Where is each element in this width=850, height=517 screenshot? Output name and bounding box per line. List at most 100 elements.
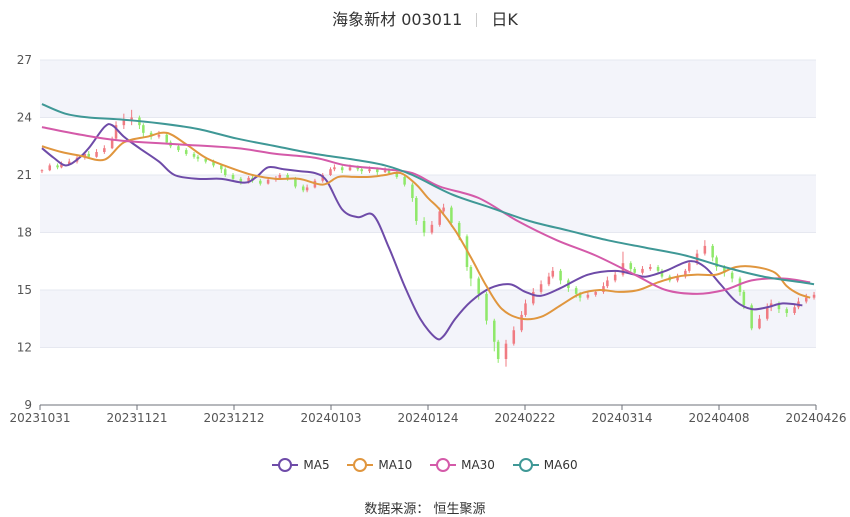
candle: [656, 265, 660, 273]
candle: [504, 339, 508, 367]
candle-body: [613, 274, 617, 281]
candle-body: [301, 186, 305, 191]
legend-item-ma5[interactable]: MA5: [272, 458, 330, 472]
x-tick-label: 20240314: [591, 411, 652, 425]
x-tick-label: 20240408: [688, 411, 749, 425]
background-band: [40, 290, 816, 348]
legend-item-ma10[interactable]: MA10: [347, 458, 412, 472]
candle: [641, 266, 644, 275]
candle-body: [812, 294, 816, 298]
legend-swatch-ma60: [512, 458, 539, 472]
candle-body: [574, 288, 578, 294]
candle: [48, 163, 52, 172]
candle-body: [223, 169, 227, 175]
candle: [485, 291, 488, 325]
candle: [660, 268, 664, 279]
candle-body: [403, 176, 406, 185]
candle-body: [742, 291, 746, 306]
candle: [138, 115, 141, 129]
legend-label-ma5: MA5: [303, 458, 330, 472]
candle-body: [469, 267, 473, 279]
candle-body: [192, 153, 196, 157]
legend-label-ma30: MA30: [461, 458, 495, 472]
candle-body: [633, 268, 636, 273]
candle-body: [656, 267, 660, 271]
candle-body: [278, 175, 282, 178]
candle: [676, 273, 679, 283]
legend-swatch-ma5: [272, 458, 299, 472]
candle: [559, 268, 562, 285]
candle-body: [804, 297, 808, 302]
candle-body: [485, 293, 488, 321]
candle-body: [430, 224, 434, 233]
candle-body: [551, 270, 555, 277]
candle-body: [157, 134, 161, 137]
candle-body: [477, 278, 480, 294]
candle-body: [559, 270, 562, 281]
candle: [415, 196, 418, 225]
candle-body: [493, 320, 496, 342]
candle-body: [411, 184, 414, 198]
candle-body: [442, 207, 445, 212]
candle: [730, 270, 734, 283]
candle-body: [48, 165, 52, 171]
x-tick-label: 20240124: [397, 411, 458, 425]
candle: [329, 167, 332, 176]
candle: [333, 164, 336, 172]
y-tick-label: 18: [17, 226, 32, 240]
candle: [340, 165, 344, 174]
candle-body: [512, 330, 516, 344]
candle-body: [496, 341, 500, 359]
legend-ring-ma10: [353, 458, 368, 472]
candle-body: [196, 156, 200, 159]
candle-body: [266, 179, 270, 184]
candle: [539, 280, 543, 294]
y-tick-label: 15: [17, 283, 32, 297]
candle-body: [450, 207, 453, 223]
candle-body: [687, 263, 691, 271]
candle-body: [368, 169, 371, 172]
candle: [192, 152, 196, 159]
candle: [613, 270, 617, 283]
y-tick-label: 12: [17, 341, 32, 355]
legend-ring-ma5: [278, 458, 293, 472]
background-band: [40, 60, 816, 118]
legend-item-ma30[interactable]: MA30: [430, 458, 495, 472]
candle-body: [629, 263, 633, 269]
candle: [196, 154, 200, 162]
candle-body: [103, 148, 106, 152]
candle-body: [422, 221, 426, 233]
kline-chart[interactable]: 9121518212427 20231031 20231121 20231212 20…: [0, 0, 850, 517]
candle-body: [730, 272, 734, 279]
candle: [157, 130, 161, 139]
y-tick-label: 21: [17, 168, 32, 182]
candle-body: [649, 267, 652, 269]
candle: [684, 268, 687, 279]
candle-body: [259, 180, 262, 184]
y-axis: 9 12 15 18 21 24 27: [17, 53, 32, 412]
candle-body: [383, 170, 387, 173]
candle-body: [547, 276, 551, 285]
candle-body: [765, 307, 769, 319]
candle-body: [87, 153, 91, 157]
candle: [551, 267, 555, 279]
legend-item-ma60[interactable]: MA60: [512, 458, 578, 472]
candle-body: [231, 175, 235, 179]
candle-body: [40, 170, 44, 172]
candle: [711, 244, 714, 262]
candle: [496, 339, 500, 363]
candle-body: [220, 165, 223, 170]
candle-body: [520, 314, 523, 331]
candle-body: [376, 169, 379, 173]
x-tick-label: 20231031: [9, 411, 70, 425]
background-bands: [40, 60, 816, 348]
candle-body: [56, 165, 59, 168]
candle-body: [165, 134, 169, 143]
candle-body: [586, 294, 590, 298]
x-tick-label: 20240103: [300, 411, 361, 425]
candle-body: [184, 150, 188, 154]
candle-body: [524, 303, 527, 315]
candle-body: [793, 307, 796, 313]
candle: [649, 264, 652, 271]
x-axis: 20231031 20231121 20231212 20240103 20240124…: [9, 404, 847, 425]
